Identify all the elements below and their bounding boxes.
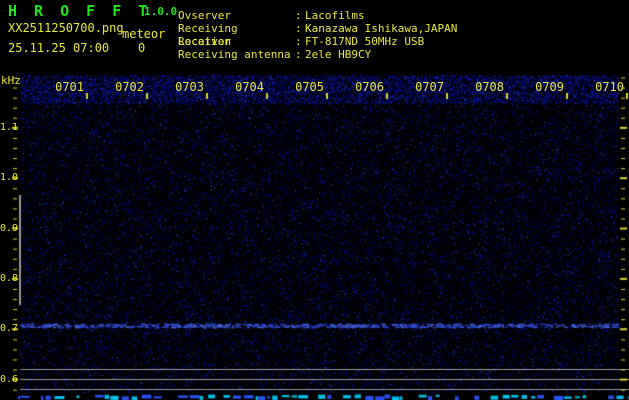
station-info-row: Ovserver: Lacofilms xyxy=(178,9,457,22)
x-axis-tick-label: 0703 xyxy=(175,80,204,94)
x-axis-tick-label: 0707 xyxy=(415,80,444,94)
y-axis-unit-label: kHz xyxy=(1,74,21,87)
y-axis-tick-label: 0.9 xyxy=(0,222,19,234)
app-title: H R O F F T xyxy=(8,2,152,20)
x-axis-tick-label: 0702 xyxy=(115,80,144,94)
x-axis-tick-label: 0709 xyxy=(535,80,564,94)
y-axis-tick-label: 1.1 xyxy=(0,121,19,133)
x-axis-tick-label: 0704 xyxy=(235,80,264,94)
station-info-separator: : xyxy=(295,35,302,48)
station-info: Ovserver: Lacofilms Receiving Location: Kan… xyxy=(178,9,457,61)
y-axis-tick-label: 0.6 xyxy=(0,373,19,385)
x-axis-tick-label: 0701 xyxy=(55,80,84,94)
station-info-value: Kanazawa Ishikawa,JAPAN xyxy=(305,22,458,35)
x-axis-tick-label: 0705 xyxy=(295,80,324,94)
x-axis-tick-label: 0710 xyxy=(595,80,624,94)
timestamp: 25.11.25 07:00 xyxy=(8,41,110,55)
mode-label: meteor xyxy=(122,27,166,41)
station-info-separator: : xyxy=(295,9,302,22)
station-info-row: Receiving Location: Kanazawa Ishikawa,JAP… xyxy=(178,22,458,48)
station-info-value: FT-817ND 50MHz USB xyxy=(305,35,425,48)
station-info-row: Receiver: FT-817ND 50MHz USB xyxy=(178,35,457,48)
station-info-row: Receiving antenna:2ele HB9CY xyxy=(178,48,457,61)
y-axis-tick-label: 0.8 xyxy=(0,272,19,284)
station-info-label: Receiving Location xyxy=(178,22,238,48)
x-axis-tick-label: 0708 xyxy=(475,80,504,94)
app-version: 1.0.0 xyxy=(144,5,178,18)
station-info-label: Receiver xyxy=(178,35,231,48)
station-info-value: Lacofilms xyxy=(305,9,365,22)
station-info-label: Ovserver xyxy=(178,9,231,22)
station-info-label: Receiving antenna xyxy=(178,48,291,61)
station-info-separator: : xyxy=(295,48,302,61)
station-info-separator: : xyxy=(295,22,302,35)
y-axis-tick-label: 1.0 xyxy=(0,172,19,184)
x-axis-tick-label: 0706 xyxy=(355,80,384,94)
meteor-count: 0 xyxy=(138,41,146,55)
y-axis-tick-label: 0.7 xyxy=(0,323,19,335)
output-filename: XX2511250700.png xyxy=(8,21,124,35)
station-info-value: 2ele HB9CY xyxy=(305,48,372,61)
hrofft-window: H R O F F T 1.0.0 XX2511250700.png meteo… xyxy=(0,0,629,400)
